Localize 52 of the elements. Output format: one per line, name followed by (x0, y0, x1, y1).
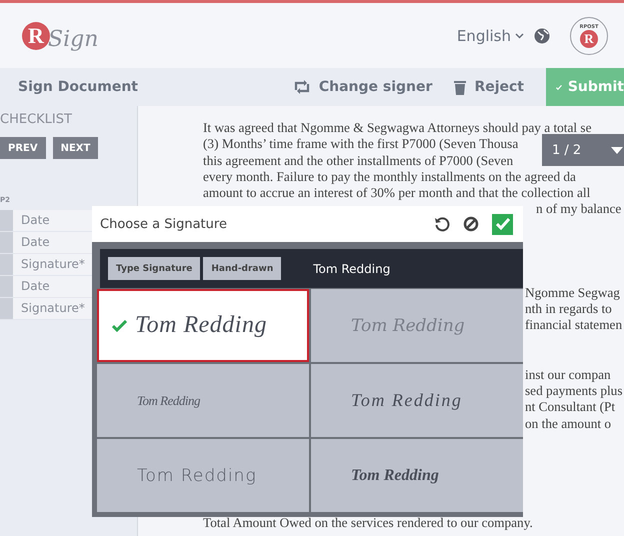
caret-icon (611, 146, 624, 154)
page-title: Sign Document (18, 79, 138, 95)
reset-icon[interactable] (434, 216, 450, 232)
document-text: sed payments plus (525, 382, 622, 400)
document-text: on the amount o (525, 416, 612, 432)
trash-icon (454, 80, 466, 94)
document-text: financial statemen (525, 317, 622, 334)
hand-drawn-tab[interactable]: Hand-drawn (203, 257, 282, 280)
field-marker (0, 232, 13, 253)
language-selector[interactable]: English (456, 26, 524, 44)
document-text: Total Amount Owed on the services rendered to our company. (203, 514, 533, 532)
signature-option[interactable]: Tom Redding (311, 289, 523, 362)
submit-button[interactable]: Submit (546, 68, 624, 106)
field-marker (0, 276, 13, 297)
next-button[interactable]: NEXT (52, 137, 98, 159)
document-text: nt Consultant (Pt (525, 399, 616, 416)
page-indicator[interactable]: 1 / 2 (542, 134, 624, 166)
repeat-icon (292, 80, 311, 94)
check-icon (496, 218, 510, 230)
document-text: amount to accrue an interest of 30% per month and that the collection all (203, 185, 590, 202)
globe-icon[interactable] (534, 28, 550, 44)
signature-text: Tom Redding (351, 316, 465, 336)
type-signature-tab[interactable]: Type Signature (108, 257, 200, 280)
document-text: n of my balance (536, 201, 622, 218)
change-signer-button[interactable]: Change signer (292, 79, 432, 95)
signature-text: Tom Redding (351, 466, 439, 484)
document-text: inst our compan (525, 366, 611, 383)
confirm-button[interactable] (492, 214, 513, 234)
name-input[interactable]: Tom Redding (311, 260, 466, 276)
signature-text: Tom Redding (137, 466, 257, 486)
chevron-icon (515, 32, 524, 38)
signature-option[interactable]: Tom Redding (311, 439, 523, 512)
signature-text: Tom Redding (135, 312, 267, 339)
logo: R Sign (22, 19, 98, 52)
signature-option[interactable]: Tom Redding (311, 364, 523, 437)
signature-option[interactable]: Tom Redding (97, 364, 309, 437)
field-marker (0, 254, 13, 275)
signature-text: Tom Redding (137, 392, 200, 408)
reject-button[interactable]: Reject (454, 79, 524, 95)
signature-option[interactable]: Tom Redding (97, 439, 309, 512)
document-text: (3) Months’ time frame with the first P7000 (Seven Thousa (203, 136, 518, 153)
checklist-title: CHECKLIST (0, 112, 73, 127)
prev-button[interactable]: PREV (0, 137, 46, 159)
check-icon (112, 320, 127, 332)
document-text: It was agreed that Ngomme & Segwagwa Attorneys should pay a total se (203, 120, 592, 136)
signature-option[interactable]: Tom Redding (97, 289, 309, 362)
clear-icon[interactable] (463, 216, 479, 232)
document-text: nth in regards to (525, 301, 612, 318)
signature-text: Tom Redding (351, 390, 462, 411)
document-text: this agreement and the other installments of P7000 (Seven (203, 152, 514, 169)
document-text: every month. Failure to pay the monthly installments on the agreed da (203, 168, 576, 186)
document-text: Ngomme Segwag (525, 284, 620, 302)
